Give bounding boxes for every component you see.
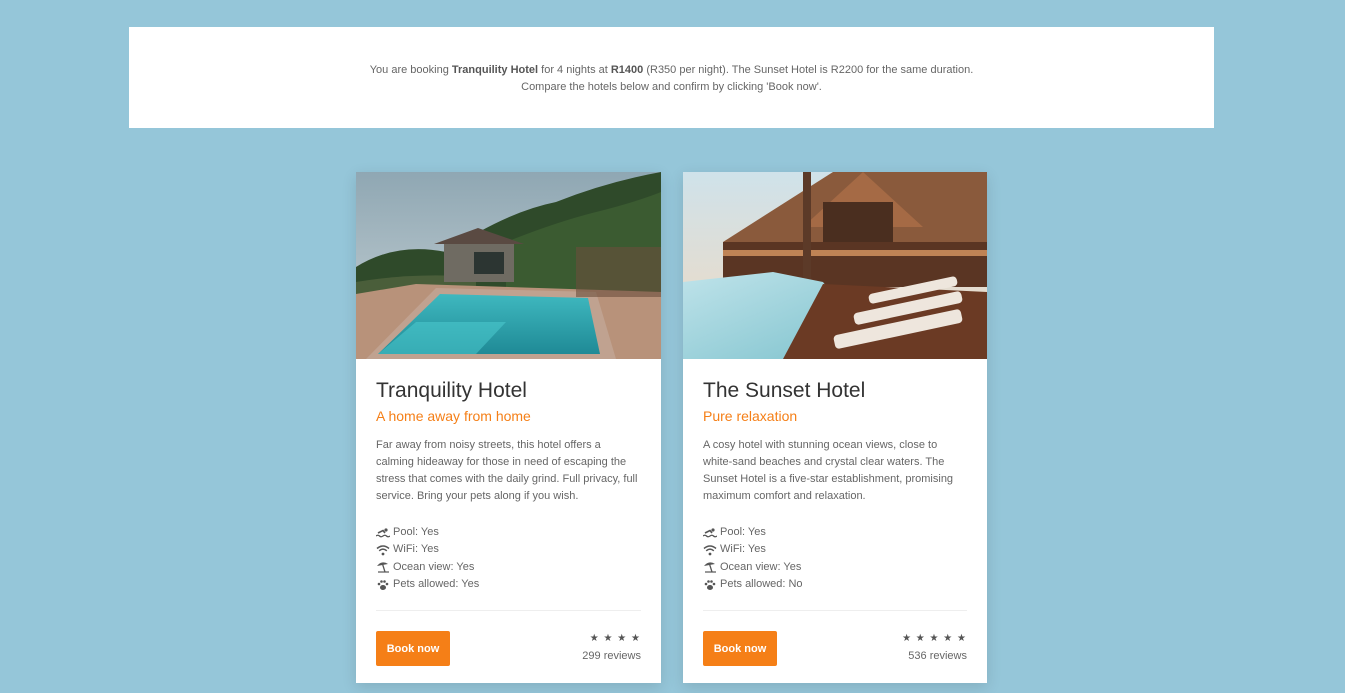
book-now-button[interactable]: Book now [703,631,777,667]
umbrella-beach-icon [376,561,390,573]
wifi-icon [376,544,390,556]
amenity-pets-label: Pets allowed: Yes [393,577,480,590]
swimmer-icon [376,527,390,539]
amenity-wifi: WiFi: Yes [703,541,967,558]
book-now-button[interactable]: Book now [376,631,450,667]
booking-summary-line-2: Compare the hotels below and confirm by … [521,81,822,93]
amenity-wifi-label: WiFi: Yes [720,543,766,556]
hotel-name: The Sunset Hotel [703,379,866,402]
amenities-list: Pool: Yes WiFi: Yes Ocean view: Yes Pets… [376,524,641,593]
summary-text: (R350 per night). The Sunset Hotel is R2… [643,64,974,76]
amenity-pool: Pool: Yes [376,524,641,541]
summary-text: for 4 nights at [538,64,611,76]
summary-price: R1400 [610,64,644,76]
hotel-description: A cosy hotel with stunning ocean views, … [703,439,954,502]
wifi-icon [703,544,717,556]
hotel-photo [683,172,987,359]
paw-icon [703,579,717,591]
amenity-wifi: WiFi: Yes [376,541,641,558]
hotel-photo [356,172,661,359]
hotel-card-sunset: The Sunset Hotel Pure relaxation A cosy … [683,172,987,683]
star-rating: ★ ★ ★ ★ [589,633,641,645]
star-rating: ★ ★ ★ ★ ★ [902,633,967,645]
hotel-card-tranquility: Tranquility Hotel A home away from home … [356,172,661,683]
hotel-name: Tranquility Hotel [376,379,527,402]
paw-icon [376,579,390,591]
card-footer: Book now ★ ★ ★ ★ 299 reviews [376,611,641,681]
booking-summary-banner: You are booking Tranquility Hotel for 4 … [129,27,1214,128]
amenity-ocean-view: Ocean view: Yes [376,559,641,576]
amenity-pets: Pets allowed: Yes [376,576,641,593]
amenity-pets: Pets allowed: No [703,576,967,593]
amenity-wifi-label: WiFi: Yes [393,543,439,556]
amenities-list: Pool: Yes WiFi: Yes Ocean view: Yes Pets… [703,524,967,593]
amenity-ocean-label: Ocean view: Yes [393,560,475,573]
booking-summary-line-1: You are booking Tranquility Hotel for 4 … [129,62,1214,79]
review-count: 299 reviews [582,650,641,663]
rating: ★ ★ ★ ★ ★ 536 reviews [902,633,967,663]
hotel-description: Far away from noisy streets, this hotel … [376,439,638,502]
hotel-tagline: A home away from home [376,408,531,424]
amenity-ocean-view: Ocean view: Yes [703,559,967,576]
summary-text: You are booking [369,64,452,76]
hotel-tagline: Pure relaxation [703,408,798,424]
amenity-pool-label: Pool: Yes [393,526,439,538]
summary-hotel-name: Tranquility Hotel [451,64,539,76]
umbrella-beach-icon [703,561,717,573]
amenity-pets-label: Pets allowed: No [720,577,803,590]
amenity-ocean-label: Ocean view: Yes [720,560,802,573]
rating: ★ ★ ★ ★ 299 reviews [582,633,641,663]
amenity-pool: Pool: Yes [703,524,967,541]
swimmer-icon [703,527,717,539]
review-count: 536 reviews [908,650,967,663]
card-footer: Book now ★ ★ ★ ★ ★ 536 reviews [703,611,967,681]
amenity-pool-label: Pool: Yes [720,526,766,538]
